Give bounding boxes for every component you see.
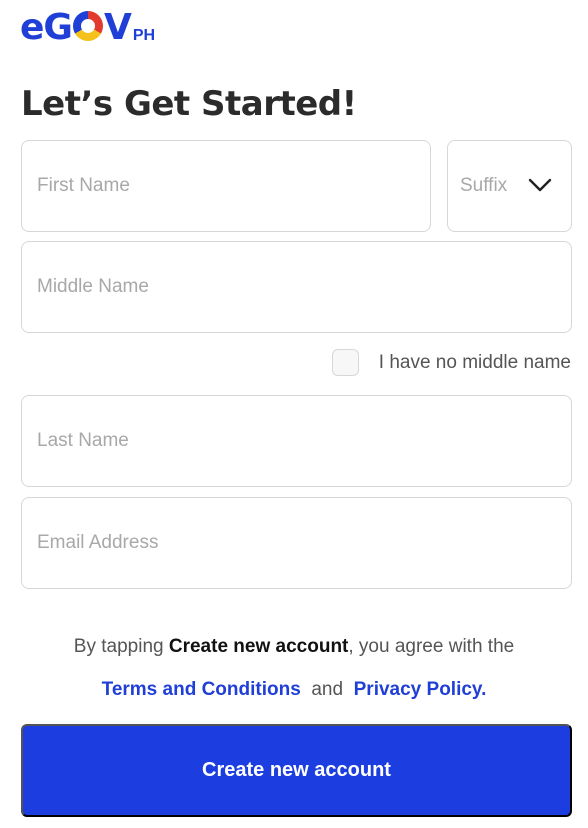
create-account-button[interactable]: Create new account	[21, 724, 572, 817]
no-middle-name-checkbox[interactable]	[331, 349, 359, 376]
terms-link[interactable]: Terms and Conditions	[102, 679, 301, 700]
first-name-input[interactable]	[22, 141, 430, 231]
email-field[interactable]	[21, 497, 572, 589]
logo-ph: PH	[132, 27, 156, 44]
agreement-prefix: By tapping	[73, 636, 169, 657]
agreement-text: By tapping Create new account, you agree…	[0, 636, 588, 658]
logo-wordmark: eG V	[20, 7, 132, 48]
logo-letter-v: V	[103, 7, 132, 48]
privacy-policy-link[interactable]: Privacy Policy.	[354, 679, 487, 700]
agreement-emphasis: Create new account	[168, 636, 349, 657]
logo-letter-g: G	[43, 7, 73, 48]
logo-letter-e: e	[20, 7, 44, 48]
page-title: Let’s Get Started!	[21, 84, 357, 124]
last-name-input[interactable]	[22, 396, 571, 486]
agreement-suffix: , you agree with the	[348, 636, 515, 657]
no-middle-name-row[interactable]: I have no middle name	[331, 349, 571, 376]
chevron-down-icon	[528, 178, 552, 192]
suffix-label: Suffix	[460, 175, 508, 196]
first-name-field[interactable]	[21, 140, 431, 232]
egovph-logo: eG V PH	[20, 8, 155, 48]
legal-links: Terms and Conditions and Privacy Policy.	[0, 679, 588, 701]
last-name-field[interactable]	[21, 395, 572, 487]
logo-circle-icon	[72, 11, 103, 41]
no-middle-name-label[interactable]: I have no middle name	[379, 352, 571, 374]
and-text: and	[311, 679, 344, 700]
middle-name-field[interactable]	[21, 241, 572, 333]
email-input[interactable]	[22, 498, 571, 588]
suffix-select[interactable]: Suffix	[447, 140, 572, 232]
middle-name-input[interactable]	[22, 242, 571, 332]
